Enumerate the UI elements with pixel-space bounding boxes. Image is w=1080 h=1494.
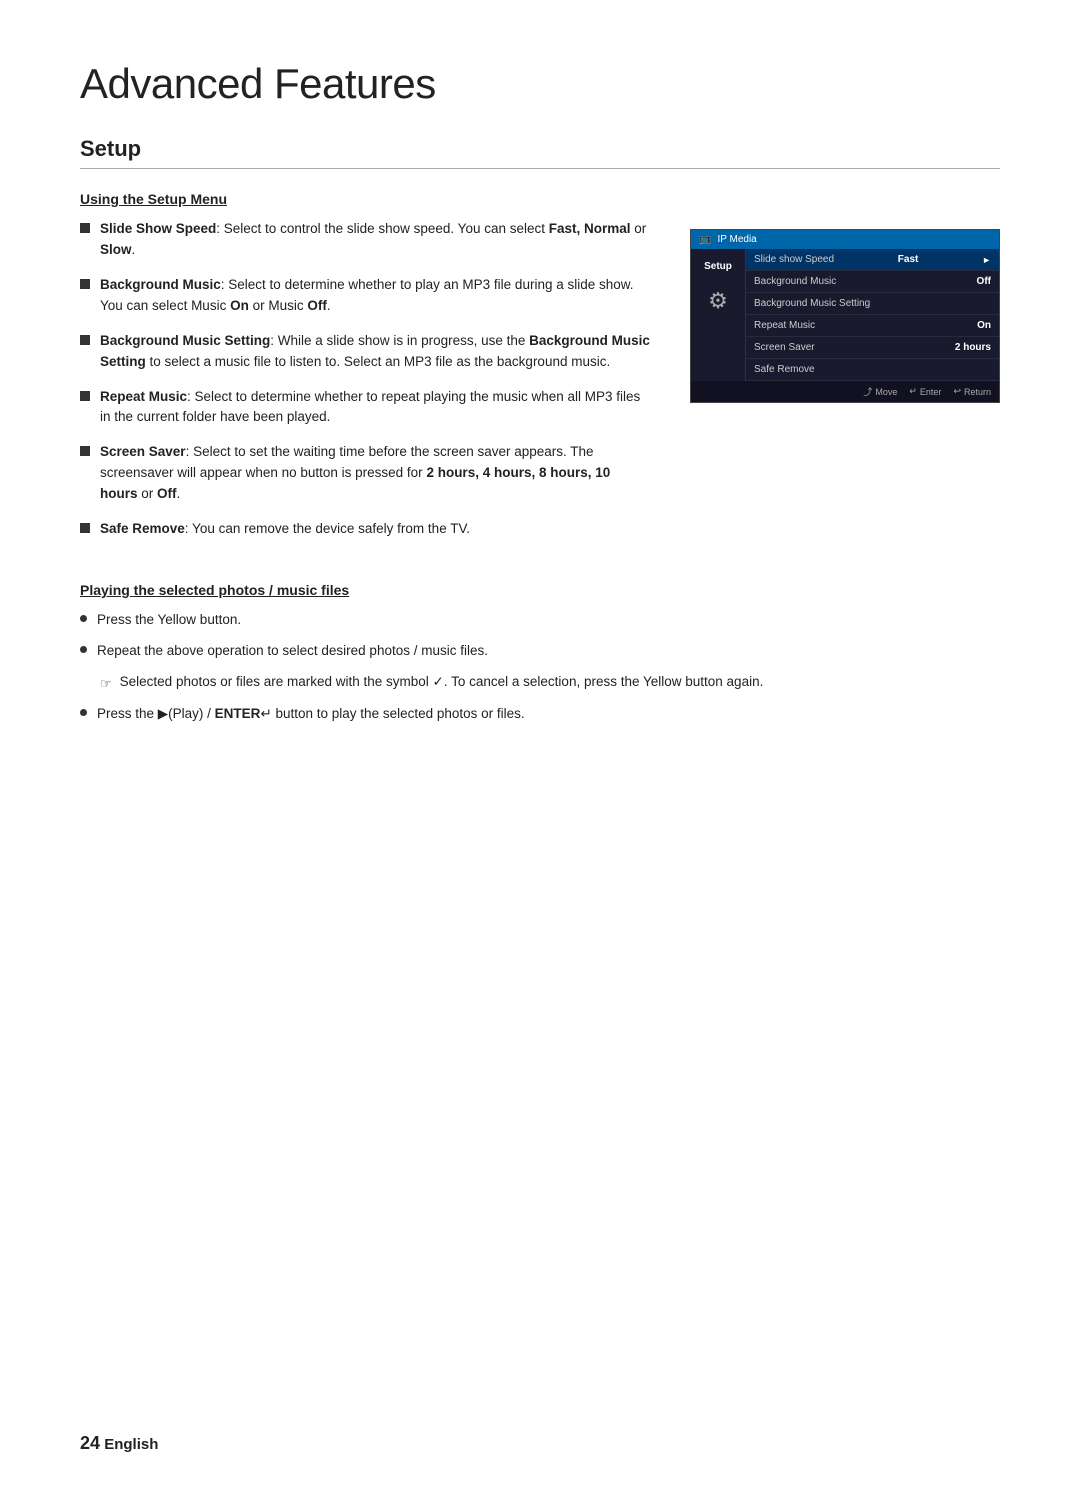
tv-menu-rows: Slide show Speed Fast ► Background Music… bbox=[746, 249, 999, 381]
bullet-text-4: Repeat Music: Select to determine whethe… bbox=[100, 387, 650, 429]
indented-note: ☞ Selected photos or files are marked wi… bbox=[100, 672, 1000, 694]
bullet-text-6: Safe Remove: You can remove the device s… bbox=[100, 519, 650, 540]
footer-return: ↩ Return bbox=[953, 385, 991, 398]
tv-row-slideshow: Slide show Speed Fast ► bbox=[746, 249, 999, 271]
tv-menu-header: 📺 IP Media bbox=[691, 230, 999, 249]
playing-bullet-1: Press the Yellow button. bbox=[97, 610, 241, 631]
page-title: Advanced Features bbox=[80, 60, 1000, 108]
list-item: Background Music Setting: While a slide … bbox=[80, 331, 650, 373]
setup-bullet-list: Slide Show Speed: Select to control the … bbox=[80, 219, 650, 540]
subsection-using-setup: Using the Setup Menu bbox=[80, 191, 1000, 207]
list-item: Press the Yellow button. bbox=[80, 610, 1000, 631]
tv-menu-sidebar: Setup ⚙ bbox=[691, 249, 746, 381]
tv-row-label: Background Music Setting bbox=[754, 298, 870, 309]
tv-row-bgmusic: Background Music Off bbox=[746, 271, 999, 293]
footer-move: ⤴ Move bbox=[863, 385, 897, 398]
list-item: Background Music: Select to determine wh… bbox=[80, 275, 650, 317]
tv-menu: 📺 IP Media Setup ⚙ Slide show Speed Fast… bbox=[690, 229, 1000, 403]
square-bullet-icon bbox=[80, 446, 90, 456]
note-hand-icon: ☞ bbox=[100, 674, 112, 694]
tv-row-screensaver: Screen Saver 2 hours bbox=[746, 337, 999, 359]
page-number: 24 bbox=[80, 1433, 100, 1453]
square-bullet-icon bbox=[80, 391, 90, 401]
content-area: Slide Show Speed: Select to control the … bbox=[80, 219, 1000, 554]
tv-menu-screenshot: 📺 IP Media Setup ⚙ Slide show Speed Fast… bbox=[690, 229, 1000, 554]
square-bullet-icon bbox=[80, 335, 90, 345]
list-item: Repeat the above operation to select des… bbox=[80, 641, 1000, 662]
tv-row-label: Background Music bbox=[754, 276, 836, 287]
page-footer: 24 English bbox=[80, 1433, 158, 1454]
bullet-text-5: Screen Saver: Select to set the waiting … bbox=[100, 442, 650, 505]
playing-section: Playing the selected photos / music file… bbox=[80, 582, 1000, 725]
square-bullet-icon bbox=[80, 523, 90, 533]
tv-row-label: Repeat Music bbox=[754, 320, 815, 331]
tv-row-value: 2 hours bbox=[955, 342, 991, 353]
section-title: Setup bbox=[80, 136, 1000, 169]
tv-sidebar-setup: Setup bbox=[695, 257, 741, 276]
playing-bullet-3: Press the ▶(Play) / ENTER↵ button to pla… bbox=[97, 704, 525, 725]
tv-row-label: Slide show Speed bbox=[754, 254, 834, 265]
square-bullet-icon bbox=[80, 223, 90, 233]
text-column: Slide Show Speed: Select to control the … bbox=[80, 219, 650, 554]
bullet-text-2: Background Music: Select to determine wh… bbox=[100, 275, 650, 317]
tv-row-repeatmusic: Repeat Music On bbox=[746, 315, 999, 337]
playing-dot-list: Press the Yellow button. Repeat the abov… bbox=[80, 610, 1000, 662]
list-item: Slide Show Speed: Select to control the … bbox=[80, 219, 650, 261]
footer-enter: ↵ Enter bbox=[909, 385, 941, 398]
bullet-text-1: Slide Show Speed: Select to control the … bbox=[100, 219, 650, 261]
arrow-right-icon: ► bbox=[982, 255, 991, 265]
tv-menu-body: Setup ⚙ Slide show Speed Fast ► Backgrou… bbox=[691, 249, 999, 381]
list-item: Screen Saver: Select to set the waiting … bbox=[80, 442, 650, 505]
list-item: Safe Remove: You can remove the device s… bbox=[80, 519, 650, 540]
tv-row-label: Safe Remove bbox=[754, 364, 815, 375]
playing-dot-list-2: Press the ▶(Play) / ENTER↵ button to pla… bbox=[80, 704, 1000, 725]
tv-row-value: Fast bbox=[898, 254, 919, 265]
list-item: Press the ▶(Play) / ENTER↵ button to pla… bbox=[80, 704, 1000, 725]
note-text: Selected photos or files are marked with… bbox=[120, 672, 764, 693]
square-bullet-icon bbox=[80, 279, 90, 289]
tv-row-saferemove: Safe Remove bbox=[746, 359, 999, 381]
dot-bullet-icon bbox=[80, 646, 87, 653]
tv-row-value: On bbox=[977, 320, 991, 331]
dot-bullet-icon bbox=[80, 709, 87, 716]
tv-media-icon: 📺 bbox=[699, 234, 711, 245]
playing-bullet-2: Repeat the above operation to select des… bbox=[97, 641, 488, 662]
footer-language: English bbox=[104, 1436, 158, 1453]
page-container: Advanced Features Setup Using the Setup … bbox=[0, 0, 1080, 795]
tv-row-label: Screen Saver bbox=[754, 342, 815, 353]
bullet-text-3: Background Music Setting: While a slide … bbox=[100, 331, 650, 373]
tv-header-text: IP Media bbox=[717, 234, 756, 245]
dot-bullet-icon bbox=[80, 615, 87, 622]
list-item: Repeat Music: Select to determine whethe… bbox=[80, 387, 650, 429]
tv-settings-gear-icon: ⚙ bbox=[708, 288, 728, 314]
tv-row-bgmusicsetting: Background Music Setting bbox=[746, 293, 999, 315]
tv-row-value: Off bbox=[977, 276, 991, 287]
tv-menu-footer: ⤴ Move ↵ Enter ↩ Return bbox=[691, 381, 999, 402]
subsection-playing: Playing the selected photos / music file… bbox=[80, 582, 1000, 598]
